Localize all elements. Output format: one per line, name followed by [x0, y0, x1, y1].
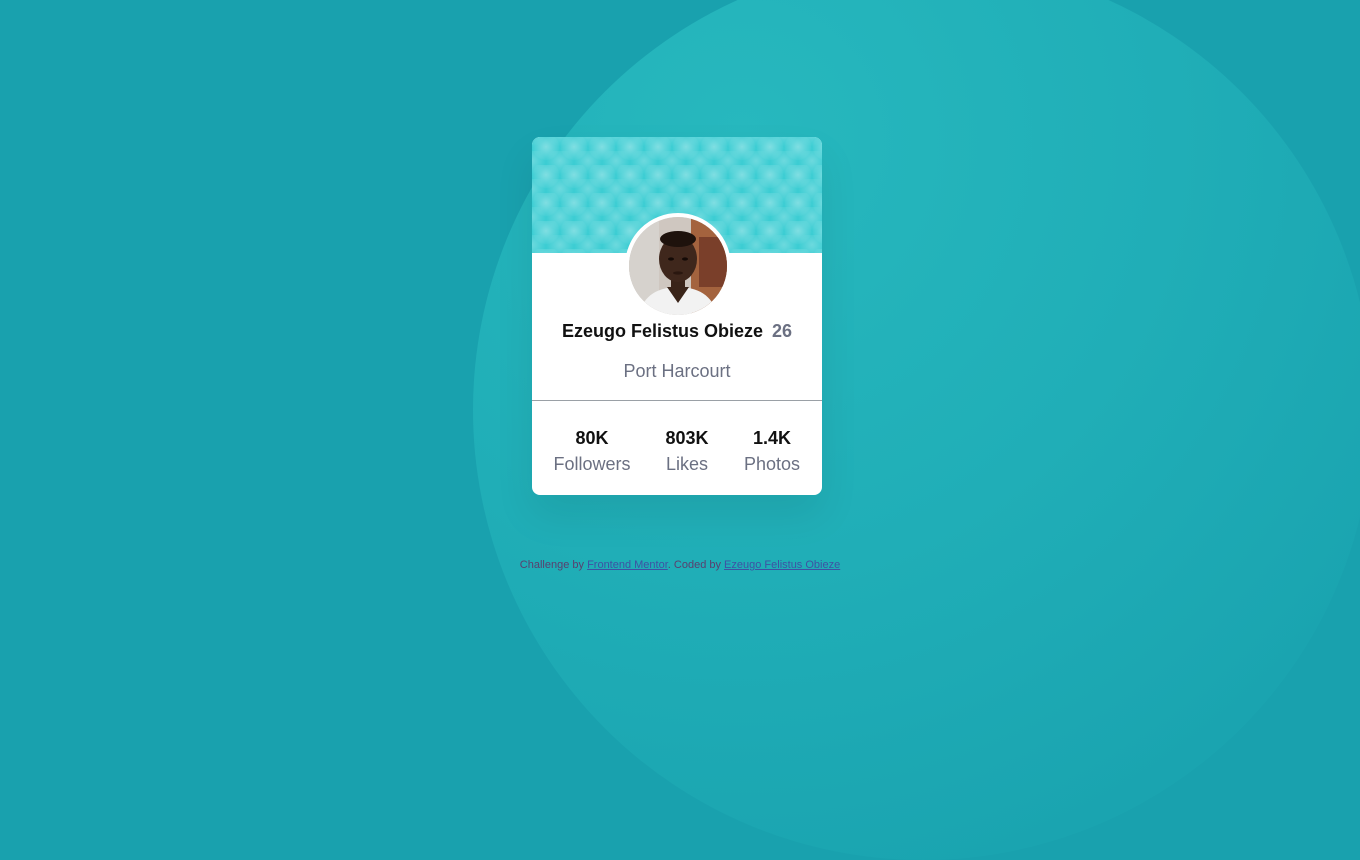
avatar	[625, 213, 731, 319]
stat-label: Followers	[553, 454, 631, 474]
stat-value: 80K	[575, 428, 609, 448]
profile-name: Ezeugo Felistus Obieze	[561, 321, 763, 341]
author-link[interactable]: Ezeugo Felistus Obieze	[724, 559, 840, 571]
profile-name-row: Ezeugo Felistus Obieze 26	[532, 321, 822, 342]
frontend-mentor-link[interactable]: Frontend Mentor	[587, 559, 668, 571]
stat-label: Photos	[743, 454, 801, 474]
attribution: Challenge by Frontend Mentor. Coded by E…	[0, 559, 1360, 571]
profile-card: Ezeugo Felistus Obieze 26 Port Harcourt …	[532, 137, 822, 495]
divider	[532, 400, 822, 401]
stat-likes: 803K Likes	[647, 427, 727, 479]
avatar-photo-icon	[629, 217, 727, 315]
stat-value: 1.4K	[752, 428, 792, 448]
stat-value: 803K	[665, 428, 709, 448]
stat-label: Likes	[665, 454, 709, 474]
attribution-middle: . Coded by	[667, 559, 721, 571]
stat-photos: 1.4K Photos	[732, 427, 812, 479]
profile-location: Port Harcourt	[623, 361, 731, 381]
attribution-prefix: Challenge by	[519, 559, 584, 571]
stat-followers: 80K Followers	[552, 427, 632, 479]
profile-age: 26	[772, 321, 793, 341]
